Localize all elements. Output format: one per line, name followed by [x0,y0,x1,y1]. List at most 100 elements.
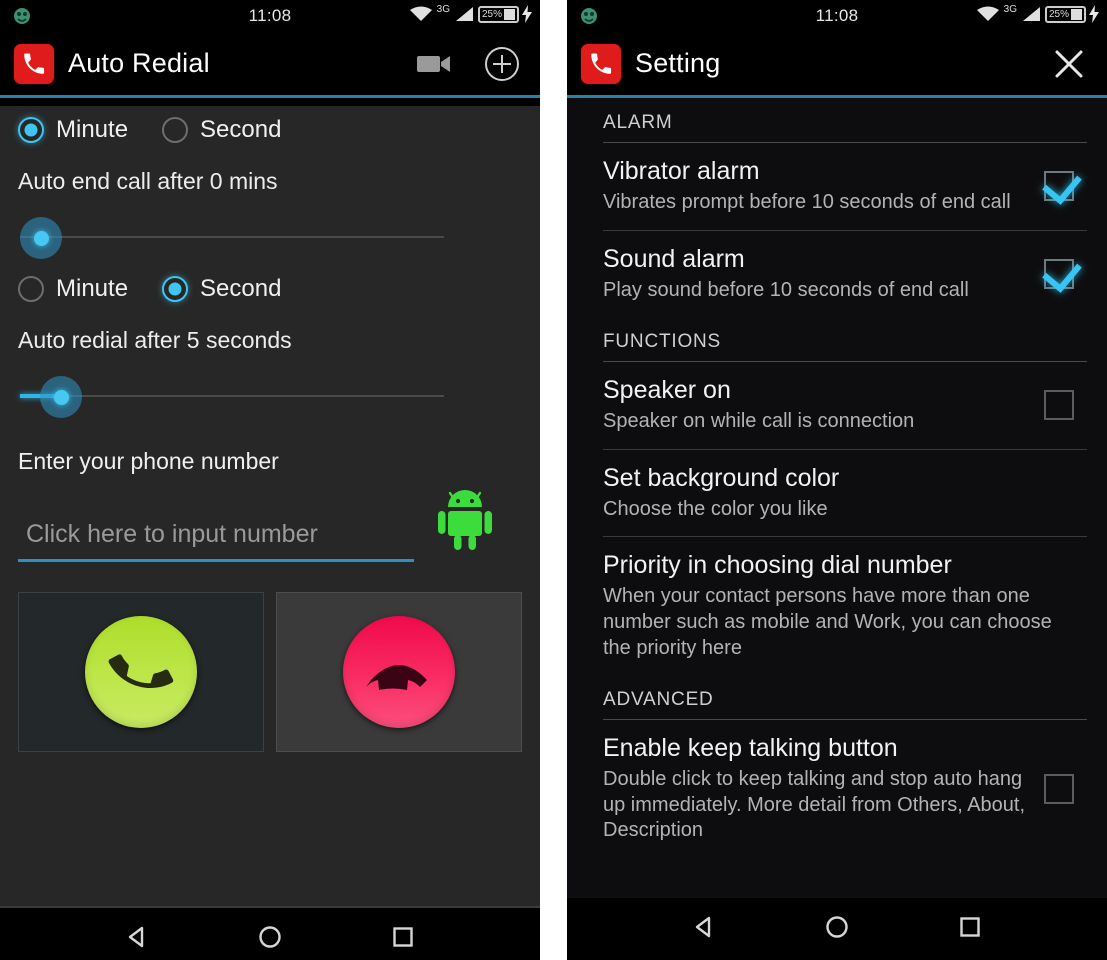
pref-subtitle: Play sound before 10 seconds of end call [603,278,969,301]
radio-end-second-label: Second [200,116,282,143]
call-action-buttons [18,592,522,752]
pref-title: Priority in choosing dial number [603,551,952,580]
checkbox-enable-keep-talking[interactable] [1044,774,1074,805]
network-type-label: 3G [1003,3,1017,15]
app-bar-actions-right [1051,46,1093,82]
pref-text: Speaker on Speaker on while call is conn… [603,376,1037,435]
phone-hangup-icon [343,616,455,728]
close-icon[interactable] [1051,46,1087,82]
home-icon[interactable] [255,922,285,957]
slider-track [20,395,444,397]
wifi-icon [409,6,432,21]
phone-number-label: Enter your phone number [18,448,279,474]
pref-control [1037,390,1081,421]
pref-speaker-on[interactable]: Speaker on Speaker on while call is conn… [567,362,1107,449]
radio-redial-second[interactable] [162,276,189,302]
redial-unit-radio-group: Minute Second [18,265,522,313]
status-icons-left: 3G 25% [408,4,532,24]
pref-subtitle: Choose the color you like [603,497,828,520]
auto-redial-slider[interactable] [18,368,522,424]
pref-text: Priority in choosing dial number When yo… [603,551,1081,661]
network-type-label: 3G [436,3,450,15]
screenshot-stage: 11:08 3G 25% Auto Redial Minute Second A… [0,0,1107,960]
auto-redial-screen: 11:08 3G 25% Auto Redial Minute Second A… [0,0,540,960]
checkbox-speaker-on[interactable] [1044,390,1074,421]
radio-redial-minute[interactable] [18,276,44,302]
status-icons-right: 3G 25% [975,4,1099,24]
pref-text: Vibrator alarm Vibrates prompt before 10… [603,157,1037,216]
section-header-functions: FUNCTIONS [603,331,722,353]
pref-title: Sound alarm [603,244,745,273]
status-bar-left: 11:08 3G 25% [0,0,540,32]
slider-thumb[interactable] [20,217,62,259]
checkbox-sound-alarm[interactable] [1044,258,1074,289]
section-header-advanced: ADVANCED [603,689,714,711]
start-call-button[interactable] [18,592,264,752]
pref-enable-keep-talking[interactable]: Enable keep talking button Double click … [567,720,1107,858]
signal-icon [1022,7,1040,21]
checkbox-vibrator-alarm[interactable] [1044,171,1074,202]
pref-title: Enable keep talking button [603,734,898,763]
radio-redial-second-label: Second [200,275,282,302]
phone-handset-app-icon [14,43,54,84]
pref-sound-alarm[interactable]: Sound alarm Play sound before 10 seconds… [567,231,1107,318]
radio-end-minute[interactable] [18,117,44,143]
auto-redial-body: Minute Second Auto end call after 0 mins… [0,106,540,906]
pref-title: Vibrator alarm [603,157,760,185]
app-bar-actions-left [416,46,526,82]
home-icon[interactable] [822,912,852,947]
auto-end-call-info: Auto end call after 0 mins [18,168,278,194]
radio-end-second[interactable] [162,117,189,143]
android-robot-icon[interactable] [436,485,494,556]
page-title: Auto Redial [68,48,210,78]
status-bar-right: 11:08 3G 25% [567,0,1107,32]
slider-thumb[interactable] [40,376,82,418]
auto-end-call-slider[interactable] [18,209,522,265]
end-call-unit-radio-group: Minute Second [18,106,522,154]
phone-number-input[interactable] [18,514,414,562]
settings-list[interactable]: ALARM Vibrator alarm Vibrates prompt bef… [567,98,1107,898]
pref-title: Set background color [603,463,840,492]
wifi-icon [976,6,999,21]
phone-handset-app-icon [581,43,621,84]
charging-icon [1089,5,1099,23]
phone-call-icon [85,616,197,728]
video-camera-icon[interactable] [416,51,454,77]
slider-track [20,236,444,238]
pref-control [1037,258,1081,289]
pref-subtitle: Double click to keep talking and stop au… [603,768,1026,842]
battery-icon: 25% [1044,5,1086,23]
signal-icon [455,7,473,21]
phone-input-row [18,485,522,562]
radio-end-minute-label: Minute [56,116,129,143]
pref-vibrator-alarm[interactable]: Vibrator alarm Vibrates prompt before 10… [567,143,1107,230]
auto-redial-info: Auto redial after 5 seconds [18,327,292,353]
pref-control [1037,171,1081,202]
pref-priority-dial-number[interactable]: Priority in choosing dial number When yo… [567,537,1107,675]
battery-icon: 25% [477,5,519,23]
app-bar-right: Setting [567,32,1107,98]
pref-subtitle: When your contact persons have more than… [603,585,1052,659]
add-plus-icon[interactable] [484,46,520,82]
nav-bar-right [567,898,1107,960]
panel-gap [540,0,567,960]
section-header-alarm: ALARM [603,112,673,133]
pref-title: Speaker on [603,376,731,405]
back-icon[interactable] [122,922,152,957]
nav-bar-left [0,908,540,960]
end-call-button[interactable] [276,592,522,752]
app-bar-left: Auto Redial [0,32,540,98]
recents-icon[interactable] [955,912,985,947]
back-icon[interactable] [689,912,719,947]
settings-screen: 11:08 3G 25% Setting ALARM Vibrator alar… [567,0,1107,960]
charging-icon [522,5,532,23]
radio-redial-minute-label: Minute [56,275,129,302]
battery-percent-label: 25% [481,8,502,20]
pref-control [1037,774,1081,805]
recents-icon[interactable] [388,922,418,957]
pref-set-background-color[interactable]: Set background color Choose the color yo… [567,450,1107,537]
pref-text: Set background color Choose the color yo… [603,464,1081,523]
page-title: Setting [635,48,721,78]
battery-percent-label: 25% [1048,8,1069,20]
pref-subtitle: Speaker on while call is connection [603,410,915,433]
